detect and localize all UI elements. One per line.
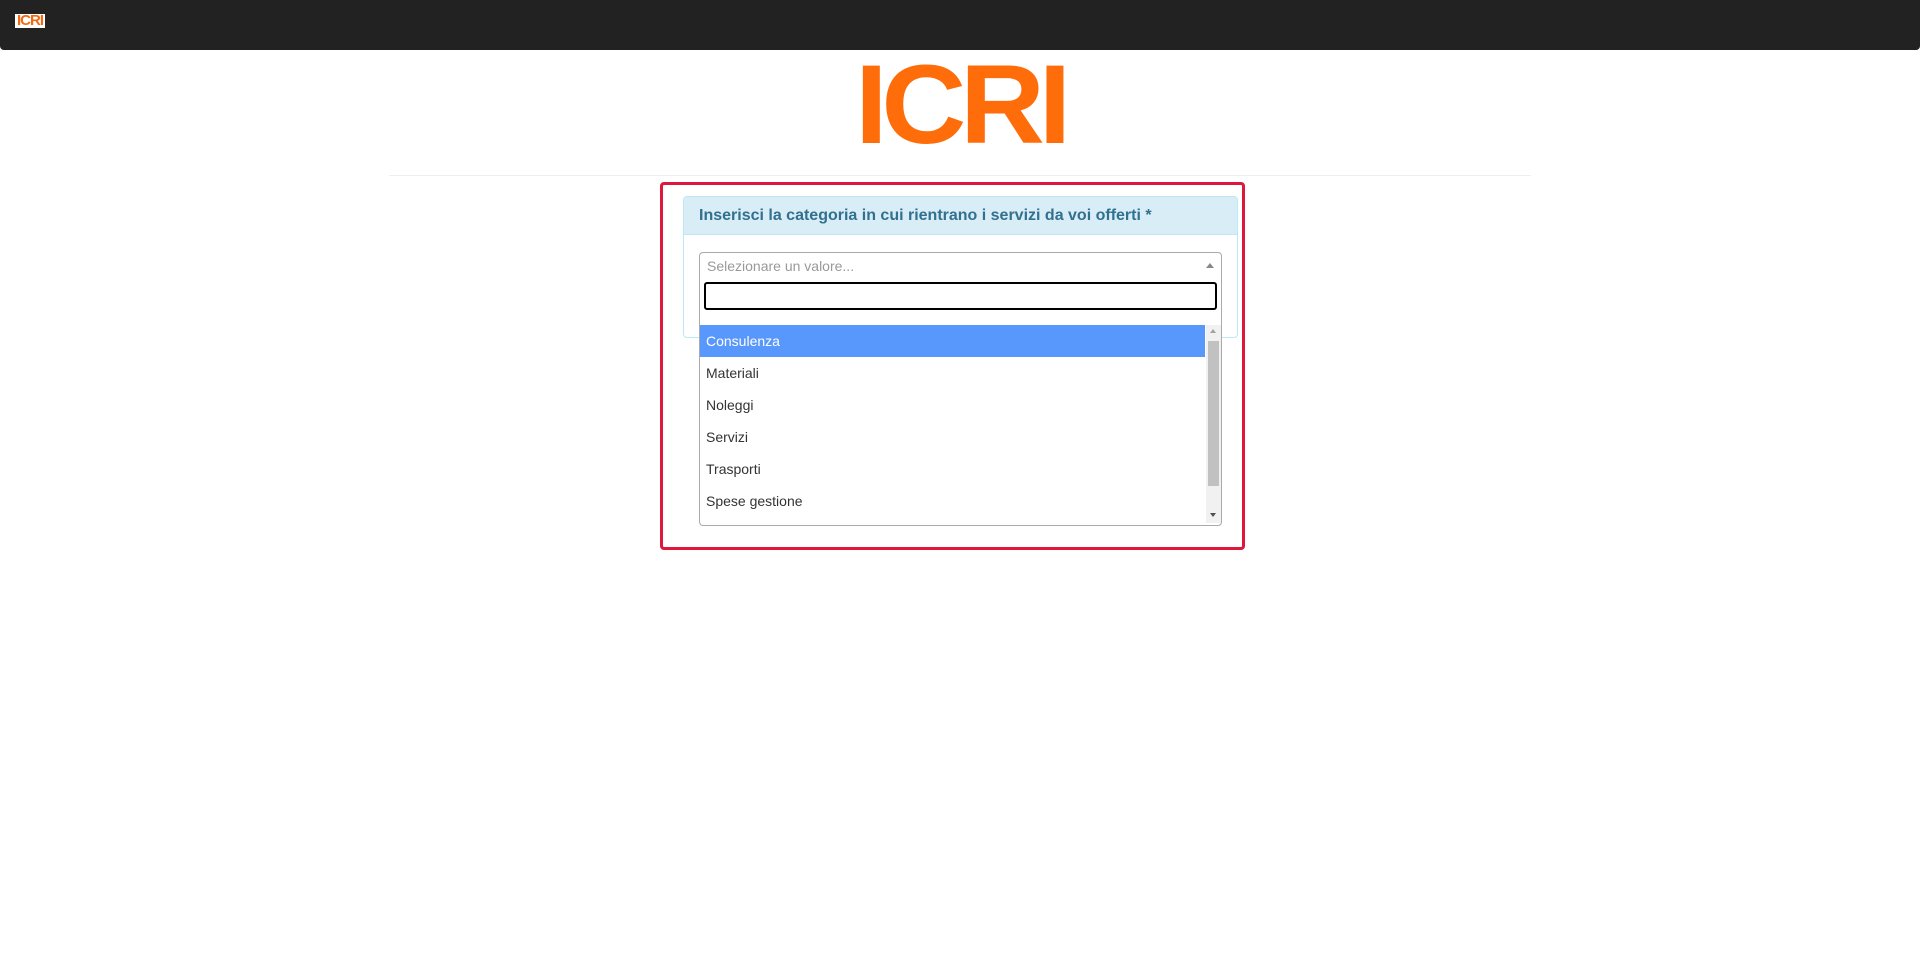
- navbar-logo[interactable]: ICRI: [15, 12, 45, 29]
- select-dropdown: Consulenza Materiali Noleggi Servizi Tra…: [699, 278, 1222, 526]
- select-option-spese-gestione[interactable]: Spese gestione: [700, 485, 1205, 517]
- category-select[interactable]: Selezionare un valore...: [699, 252, 1222, 279]
- select-search-input[interactable]: [704, 282, 1217, 310]
- select-option-servizi[interactable]: Servizi: [700, 421, 1205, 453]
- chevron-up-icon: [1206, 263, 1214, 268]
- main-logo-text: ICRI: [855, 42, 1071, 167]
- category-panel-heading: Inserisci la categoria in cui rientrano …: [684, 197, 1237, 235]
- select-options-list: Consulenza Materiali Noleggi Servizi Tra…: [700, 325, 1205, 523]
- header-divider: [389, 175, 1531, 176]
- navbar-logo-text: ICRI: [17, 12, 44, 29]
- scroll-up-arrow-icon[interactable]: [1210, 329, 1216, 333]
- main-logo: ICRI: [840, 42, 1080, 167]
- scroll-down-arrow-icon[interactable]: [1210, 513, 1216, 517]
- select-option-materiali[interactable]: Materiali: [700, 357, 1205, 389]
- select-placeholder: Selezionare un valore...: [707, 258, 855, 274]
- select-option-trasporti[interactable]: Trasporti: [700, 453, 1205, 485]
- select-option-consulenza[interactable]: Consulenza: [700, 325, 1205, 357]
- scrollbar-thumb[interactable]: [1208, 341, 1219, 486]
- select-option-noleggi[interactable]: Noleggi: [700, 389, 1205, 421]
- options-scrollbar[interactable]: [1206, 325, 1221, 523]
